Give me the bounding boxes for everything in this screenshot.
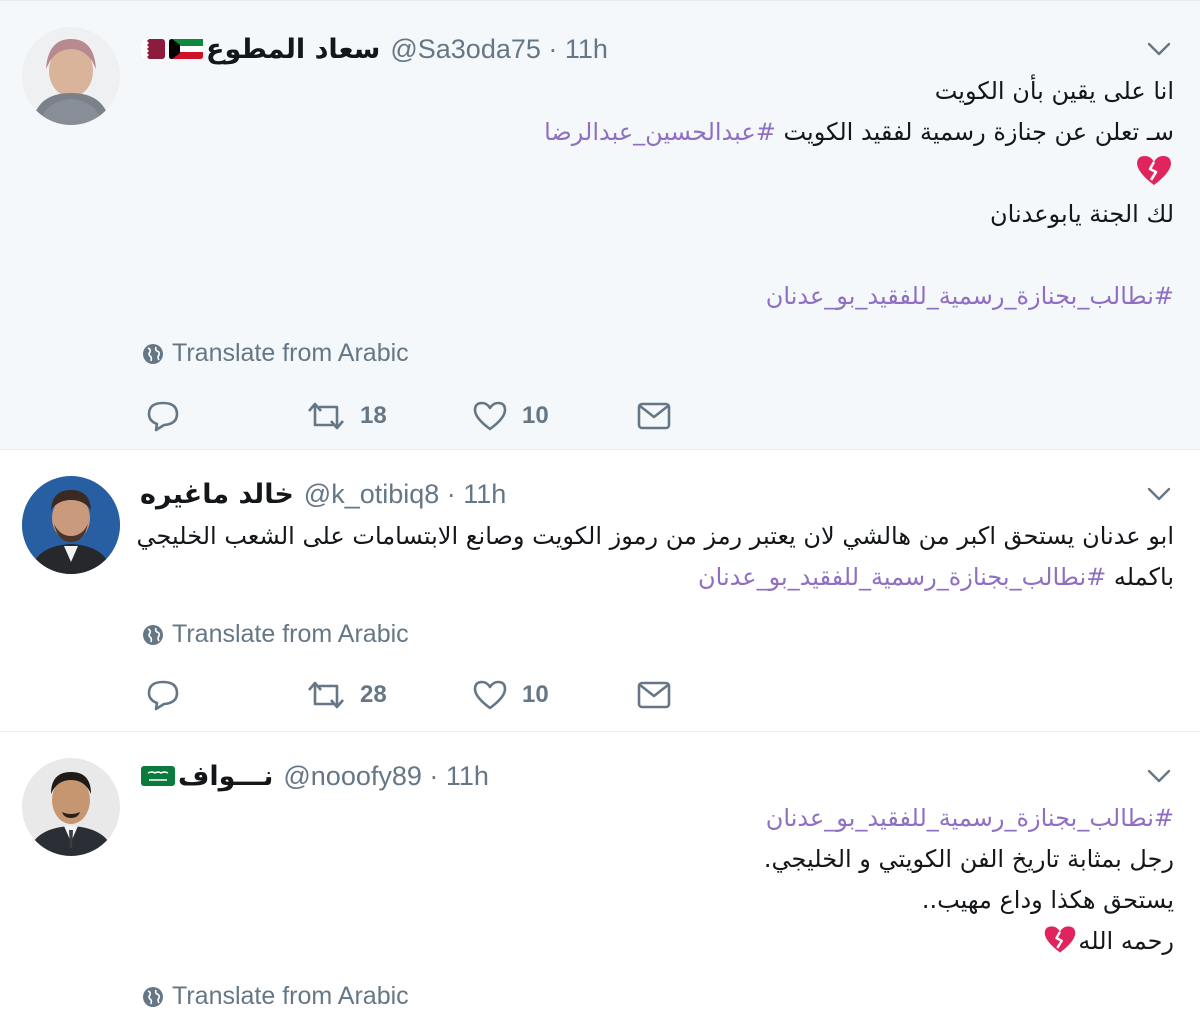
like-button[interactable]: 10	[472, 678, 549, 712]
hashtag-link[interactable]: #نطالب_بجنازة_رسمية_للفقيد_بو_عدنان	[698, 563, 1106, 591]
tweet-line: باكمله #نطالب_بجنازة_رسمية_للفقيد_بو_عدن…	[698, 563, 1174, 591]
heart-icon	[473, 401, 507, 431]
tweet-line: لك الجنة يابوعدنان	[990, 200, 1174, 228]
envelope-icon	[637, 402, 671, 430]
broken-heart-icon	[1137, 156, 1171, 185]
tweet-text: #نطالب_بجنازة_رسمية_للفقيد_بو_عدنان رجل …	[764, 798, 1174, 962]
avatar[interactable]	[22, 476, 120, 574]
avatar[interactable]	[22, 27, 120, 125]
globe-icon	[143, 986, 163, 1007]
handle-time[interactable]: @Sa3oda75 · 11h	[390, 34, 608, 65]
tweet-header: نـــواف @nooofy89 · 11h	[140, 756, 489, 796]
flags	[140, 36, 204, 62]
reply-button[interactable]	[146, 678, 180, 712]
display-name[interactable]: نـــواف	[178, 761, 273, 792]
chevron-down-icon[interactable]	[1146, 768, 1172, 784]
hashtag-link[interactable]: #نطالب_بجنازة_رسمية_للفقيد_بو_عدنان	[766, 804, 1174, 832]
heart-icon	[473, 680, 507, 710]
tweet-line: رجل بمثابة تاريخ الفن الكويتي و الخليجي.	[763, 845, 1174, 873]
retweet-icon	[308, 681, 344, 709]
envelope-icon	[637, 681, 671, 709]
hashtag-link[interactable]: #نطالب_بجنازة_رسمية_للفقيد_بو_عدنان	[766, 282, 1174, 310]
tweet-line: #نطالب_بجنازة_رسمية_للفقيد_بو_عدنان	[764, 798, 1174, 839]
tweet-line: ابو عدنان يستحق اكبر من هالشي لان يعتبر …	[136, 522, 1174, 550]
like-count: 10	[522, 681, 549, 708]
chevron-down-icon[interactable]	[1146, 486, 1172, 502]
retweet-button[interactable]: 28	[306, 678, 387, 712]
retweet-icon	[308, 402, 344, 430]
tweet-line: انا على يقين بأن الكويت	[934, 77, 1174, 105]
handle-time[interactable]: @k_otibiq8 · 11h	[304, 479, 507, 510]
retweet-button[interactable]: 18	[306, 399, 387, 433]
message-button[interactable]	[636, 678, 672, 712]
tweet-header: سعاد المطوع @Sa3oda75 · 11h	[140, 29, 608, 69]
flags	[140, 763, 176, 789]
tweet[interactable]: نـــواف @nooofy89 · 11h #نطالب_بجنازة_رس…	[0, 732, 1200, 1022]
globe-icon	[143, 343, 163, 364]
display-name[interactable]: سعاد المطوع	[206, 34, 380, 65]
like-button[interactable]: 10	[472, 399, 549, 433]
translate-link[interactable]: Translate from Arabic	[142, 620, 409, 649]
like-count: 10	[522, 402, 549, 429]
display-name[interactable]: خالد ماغيره	[140, 479, 294, 510]
tweet[interactable]: خالد ماغيره @k_otibiq8 · 11h ابو عدنان ي…	[0, 450, 1200, 732]
avatar[interactable]	[22, 758, 120, 856]
saudi-flag-icon	[141, 766, 175, 786]
retweet-count: 18	[360, 402, 387, 429]
kuwait-flag-icon	[169, 39, 203, 59]
tweet[interactable]: سعاد المطوع @Sa3oda75 · 11h انا على يقين…	[0, 0, 1200, 450]
tweet-line	[544, 153, 1174, 194]
retweet-count: 28	[360, 681, 387, 708]
tweet-line	[544, 235, 1174, 276]
tweet-text: ابو عدنان يستحق اكبر من هالشي لان يعتبر …	[137, 516, 1174, 598]
tweet-line: #نطالب_بجنازة_رسمية_للفقيد_بو_عدنان	[544, 276, 1174, 317]
chevron-down-icon[interactable]	[1146, 41, 1172, 57]
tweet-line: يستحق هكذا وداع مهيب..	[921, 886, 1174, 914]
qatar-flag-icon	[141, 39, 165, 59]
broken-heart-icon	[1045, 926, 1076, 953]
globe-icon	[143, 624, 163, 645]
tweet-line: سـ تعلن عن جنازة رسمية لفقيد الكويت #عبد…	[544, 118, 1174, 146]
translate-link[interactable]: Translate from Arabic	[142, 982, 409, 1011]
tweet-header: خالد ماغيره @k_otibiq8 · 11h	[140, 474, 506, 514]
reply-icon	[147, 680, 179, 711]
reply-button[interactable]	[146, 399, 180, 433]
message-button[interactable]	[636, 399, 672, 433]
handle-time[interactable]: @nooofy89 · 11h	[283, 761, 489, 792]
translate-link[interactable]: Translate from Arabic	[142, 339, 409, 368]
tweet-line: رحمه الله	[764, 921, 1174, 962]
reply-icon	[147, 401, 179, 432]
tweet-text: انا على يقين بأن الكويت سـ تعلن عن جنازة…	[544, 71, 1174, 317]
hashtag-link[interactable]: #عبدالحسين_عبدالرضا	[544, 118, 776, 146]
